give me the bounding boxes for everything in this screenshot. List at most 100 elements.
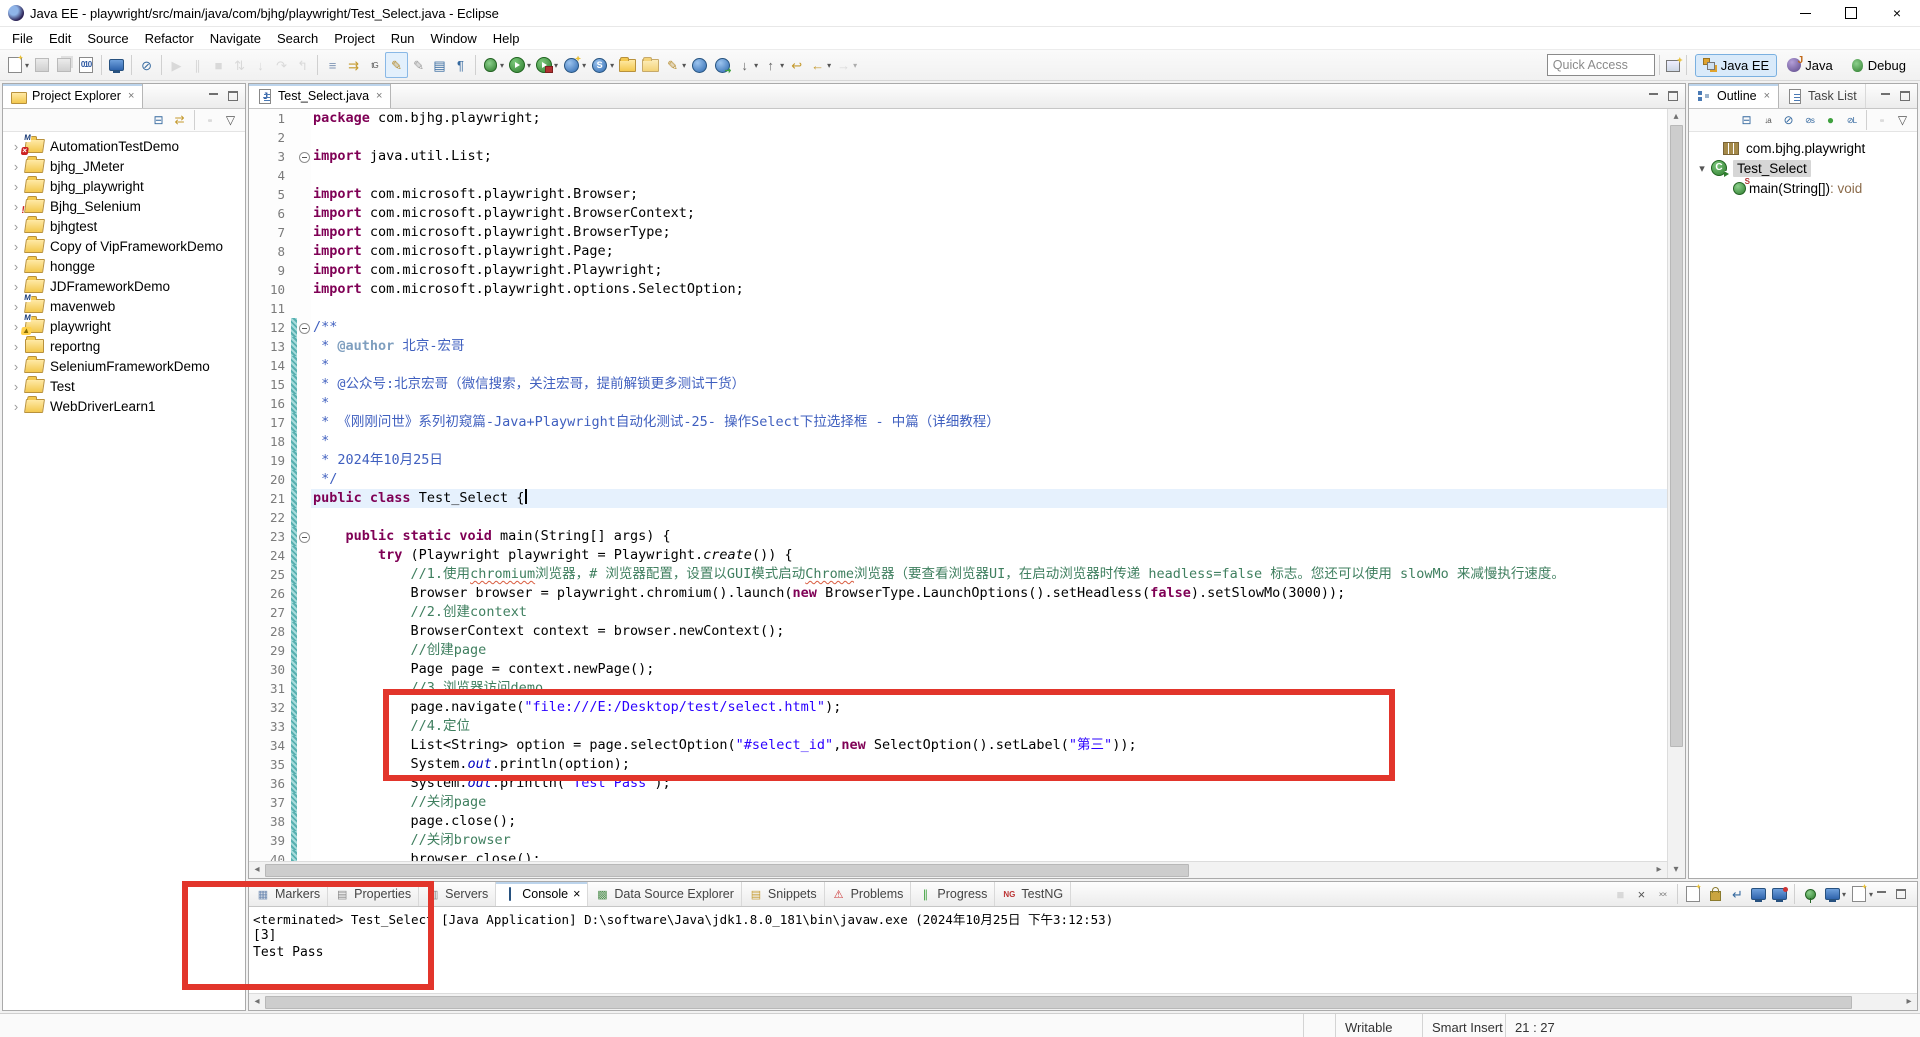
maximize-button[interactable]: [1828, 0, 1874, 26]
view-menu-button[interactable]: ▽: [1892, 110, 1913, 130]
skip-all-breakpoints-button[interactable]: ⊘: [136, 53, 157, 77]
coverage-dropdown-icon[interactable]: ▾: [554, 61, 558, 70]
outline-package-item[interactable]: com.bjhg.playwright: [1689, 138, 1917, 158]
new-testng-run-button[interactable]: tG: [364, 53, 385, 77]
outline-class-item[interactable]: ▾ C Test_Select: [1689, 158, 1917, 178]
tab-progress[interactable]: ∥Progress: [911, 882, 995, 906]
project-item[interactable]: ›WebDriverLearn1: [3, 396, 245, 416]
web-service-button[interactable]: ▾: [588, 53, 616, 77]
task-marker-button[interactable]: ✎▾: [662, 53, 688, 77]
code-line[interactable]: 24 try (Playwright playwright = Playwrig…: [249, 546, 1667, 565]
expand-chevron-icon[interactable]: ›: [9, 299, 23, 314]
expand-chevron-icon[interactable]: ›: [9, 219, 23, 234]
menu-window[interactable]: Window: [423, 29, 485, 48]
code-line[interactable]: 33 //4.定位: [249, 717, 1667, 736]
code-line[interactable]: 32 page.navigate("file:///E:/Desktop/tes…: [249, 698, 1667, 717]
code-line[interactable]: 15 * @公众号:北京宏哥（微信搜索，关注宏哥，提前解锁更多测试干货）: [249, 375, 1667, 394]
remove-launch-button[interactable]: ×: [1631, 882, 1652, 906]
hide-static-button[interactable]: ⊘s: [1799, 110, 1820, 130]
code-line[interactable]: 38 page.close();: [249, 812, 1667, 831]
web-service-dropdown-icon[interactable]: ▾: [610, 61, 614, 70]
clear-console-button[interactable]: [1682, 882, 1704, 906]
collapse-chevron-icon[interactable]: ▾: [1695, 162, 1709, 175]
tab-test-select-java[interactable]: J Test_Select.java ×: [249, 84, 391, 108]
project-item[interactable]: ›M▲playwright: [3, 316, 245, 336]
maximize-editor-button[interactable]: [1666, 91, 1679, 102]
scroll-down-icon[interactable]: ▾: [1668, 862, 1684, 878]
tab-data-source-explorer[interactable]: ▩Data Source Explorer: [588, 882, 742, 906]
scroll-left-icon[interactable]: ◂: [249, 862, 265, 878]
tab-markers[interactable]: ▦Markers: [249, 882, 328, 906]
close-editor-icon[interactable]: ×: [376, 90, 382, 102]
code-line[interactable]: 37 //关闭page: [249, 793, 1667, 812]
expand-chevron-icon[interactable]: ›: [9, 179, 23, 194]
code-line[interactable]: 5import com.microsoft.playwright.Browser…: [249, 185, 1667, 204]
expand-chevron-icon[interactable]: ›: [9, 259, 23, 274]
code-line[interactable]: 18 *: [249, 432, 1667, 451]
code-line[interactable]: 21public class Test_Select {: [249, 489, 1667, 508]
code-line[interactable]: 34 List<String> option = page.selectOpti…: [249, 736, 1667, 755]
project-item[interactable]: ›Test: [3, 376, 245, 396]
code-line[interactable]: 40 browser.close();: [249, 850, 1667, 861]
import-folder-button[interactable]: [639, 53, 662, 77]
project-item[interactable]: ›JDFrameworkDemo: [3, 276, 245, 296]
code-line[interactable]: 19 * 2024年10月25日: [249, 451, 1667, 470]
tab-properties[interactable]: ▤Properties: [328, 882, 419, 906]
code-line[interactable]: 2: [249, 128, 1667, 147]
new-server-dropdown-icon[interactable]: ▾: [582, 61, 586, 70]
project-item[interactable]: ›bjhgtest: [3, 216, 245, 236]
menu-refactor[interactable]: Refactor: [137, 29, 202, 48]
back-button[interactable]: ←▾: [807, 53, 833, 77]
tab-console[interactable]: Console×: [496, 882, 588, 906]
console-horizontal-scrollbar[interactable]: ◂ ▸: [249, 993, 1917, 1010]
suspend-button[interactable]: ∥: [187, 53, 208, 77]
tab-outline[interactable]: Outline ×: [1689, 84, 1779, 108]
new-server-button[interactable]: ▾: [560, 53, 588, 77]
step-into-button[interactable]: ↓: [250, 53, 271, 77]
display-console-button[interactable]: ▾: [1822, 882, 1848, 906]
fold-collapse-icon[interactable]: [299, 323, 310, 334]
sort-button[interactable]: ↓a: [1757, 110, 1778, 130]
collapse-all-button[interactable]: ⊟: [1736, 110, 1757, 130]
expand-chevron-icon[interactable]: ›: [9, 339, 23, 354]
code-line[interactable]: 20 */: [249, 470, 1667, 489]
resume-button[interactable]: ▶: [166, 53, 187, 77]
terminate-button[interactable]: ■: [208, 53, 229, 77]
coverage-button[interactable]: ▾: [533, 53, 560, 77]
step-return-button[interactable]: ↰: [292, 53, 313, 77]
code-line[interactable]: 31 //3.浏览器访问demo: [249, 679, 1667, 698]
console-monitor-button[interactable]: [106, 53, 127, 77]
close-button[interactable]: ×: [1874, 0, 1920, 26]
open-perspective-button[interactable]: [1664, 53, 1682, 77]
code-line[interactable]: 6import com.microsoft.playwright.Browser…: [249, 204, 1667, 223]
outline-method-item[interactable]: main(String[]) : void: [1689, 178, 1917, 198]
show-on-stderr-button[interactable]: [1769, 882, 1790, 906]
validate-button[interactable]: [711, 53, 734, 77]
view-menu-button[interactable]: ▽: [220, 110, 241, 130]
fold-collapse-icon[interactable]: [299, 532, 310, 543]
maximize-view-button[interactable]: [226, 91, 239, 102]
expand-chevron-icon[interactable]: ›: [9, 379, 23, 394]
use-step-filters-button[interactable]: ⇉: [343, 53, 364, 77]
open-console-button[interactable]: ▾: [1848, 882, 1875, 906]
last-edit-location-button[interactable]: ↩: [786, 53, 807, 77]
code-line[interactable]: 13 * @author 北京-宏哥: [249, 337, 1667, 356]
menu-search[interactable]: Search: [269, 29, 326, 48]
remove-all-terminated-button[interactable]: ××: [1652, 882, 1673, 906]
debug-button[interactable]: ▾: [480, 53, 506, 77]
code-line[interactable]: 14 *: [249, 356, 1667, 375]
expand-chevron-icon[interactable]: ›: [9, 239, 23, 254]
code-line[interactable]: 7import com.microsoft.playwright.Browser…: [249, 223, 1667, 242]
close-outline-icon[interactable]: ×: [1764, 90, 1770, 102]
minimize-button[interactable]: [1782, 0, 1828, 26]
link-with-editor-button[interactable]: ⇄: [169, 110, 190, 130]
block-selection-mode-button[interactable]: ▤: [429, 53, 450, 77]
debug-dropdown-icon[interactable]: ▾: [500, 61, 504, 70]
expand-chevron-icon[interactable]: ›: [9, 159, 23, 174]
minimize-console-button[interactable]: [1875, 889, 1888, 900]
code-line[interactable]: 30 Page page = context.newPage();: [249, 660, 1667, 679]
scroll-up-icon[interactable]: ▴: [1668, 109, 1684, 125]
save-button[interactable]: [31, 53, 53, 77]
menu-run[interactable]: Run: [383, 29, 423, 48]
menu-help[interactable]: Help: [485, 29, 528, 48]
